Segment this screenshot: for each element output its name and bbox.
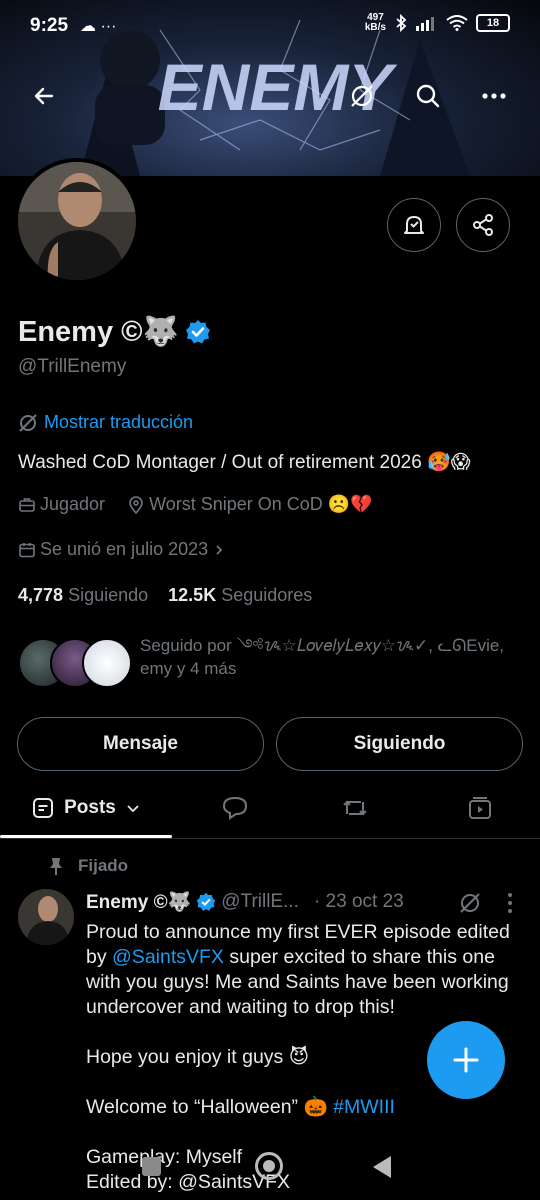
following-stat[interactable]: 4,778 Siguiendo bbox=[18, 585, 148, 605]
post-author[interactable]: Enemy ©🐺 bbox=[86, 890, 191, 914]
profile-category: Jugador bbox=[40, 494, 106, 514]
post-paragraph: Welcome to “Halloween” 🎃 #MWIII bbox=[86, 1095, 526, 1120]
followers-stat[interactable]: 12.5K Seguidores bbox=[168, 585, 312, 605]
tab-posts[interactable]: Posts bbox=[0, 780, 172, 836]
system-navigation-bar bbox=[0, 1150, 540, 1184]
search-icon bbox=[416, 84, 440, 108]
tab-posts-label: Posts bbox=[64, 797, 116, 818]
profile-avatar[interactable] bbox=[14, 158, 140, 284]
translate-icon bbox=[19, 413, 37, 432]
profile-bio: Washed CoD Montager / Out of retirement … bbox=[18, 452, 471, 473]
tab-reposts[interactable] bbox=[300, 780, 410, 836]
reply-icon bbox=[222, 796, 248, 820]
notify-button[interactable] bbox=[387, 198, 441, 252]
post-translate-button[interactable] bbox=[458, 891, 482, 920]
profile-name-text: Enemy ©🐺 bbox=[18, 316, 179, 348]
profile-handle: @TrillEnemy bbox=[18, 356, 127, 377]
battery-indicator: 18 bbox=[476, 14, 510, 32]
followers-count: 12.5K bbox=[168, 585, 217, 605]
pin-icon bbox=[50, 858, 62, 875]
followers-label: Seguidores bbox=[221, 585, 313, 605]
signal-icon bbox=[416, 17, 434, 31]
recents-button[interactable] bbox=[142, 1157, 161, 1176]
translate-button[interactable] bbox=[342, 76, 382, 116]
pinned-label: Fijado bbox=[78, 856, 129, 875]
post-text-part: Welcome to “Halloween” 🎃 bbox=[86, 1096, 334, 1118]
verified-badge-icon bbox=[185, 320, 210, 344]
status-bar: 9:25 ☁ ··· 497 kB/s 18 bbox=[0, 0, 540, 52]
profile-stats: 4,778 Siguiendo 12.5K Seguidores bbox=[18, 585, 312, 606]
following-count: 4,778 bbox=[18, 585, 64, 605]
translate-icon bbox=[351, 85, 373, 107]
net-speed-unit: kB/s bbox=[364, 22, 386, 33]
active-tab-indicator bbox=[0, 835, 172, 838]
mention-link[interactable]: @SaintsVFX bbox=[112, 946, 224, 968]
location-pin-icon bbox=[129, 495, 143, 514]
post-date: · 23 oct 23 bbox=[313, 891, 404, 912]
hashtag-link[interactable]: #MWIII bbox=[333, 1096, 395, 1118]
share-icon bbox=[473, 214, 493, 236]
plus-icon bbox=[453, 1047, 479, 1073]
post-paragraph: Proud to announce my first EVER episode … bbox=[86, 920, 526, 1020]
back-button[interactable] bbox=[24, 76, 64, 116]
status-right-group: 497 kB/s 18 bbox=[365, 13, 510, 33]
translate-icon bbox=[460, 893, 480, 913]
notification-icons: ☁ ··· bbox=[80, 18, 117, 35]
post-more-button[interactable] bbox=[506, 892, 514, 919]
profile-joined-row[interactable]: Se unió en julio 2023 bbox=[18, 539, 226, 560]
post-handle: @TrillE... bbox=[221, 891, 299, 912]
more-vertical-icon bbox=[508, 893, 512, 913]
profile-joined: Se unió en julio 2023 bbox=[40, 539, 209, 559]
arrow-left-icon bbox=[34, 87, 54, 105]
following-label: Siguiendo bbox=[68, 585, 149, 605]
calendar-icon bbox=[19, 542, 35, 557]
back-nav-icon[interactable] bbox=[371, 1154, 393, 1180]
chevron-right-icon bbox=[216, 544, 223, 555]
profile-meta-row: Jugador Worst Sniper On CoD ☹️💔 bbox=[18, 494, 373, 515]
tab-media[interactable] bbox=[425, 780, 535, 836]
translate-label: Mostrar traducción bbox=[44, 412, 194, 432]
wifi-icon bbox=[446, 15, 468, 31]
home-button[interactable] bbox=[255, 1152, 283, 1180]
net-speed: 497 kB/s bbox=[365, 13, 386, 33]
repost-icon bbox=[343, 800, 367, 816]
post-avatar[interactable] bbox=[18, 889, 74, 945]
bluetooth-icon bbox=[396, 14, 407, 32]
share-button[interactable] bbox=[456, 198, 510, 252]
followed-by-text[interactable]: Seguido por ༺ᝰ☆𝐿𝑜𝑣𝑒𝑙𝑦𝐿𝑒𝑥𝑦☆ᝰ✓, ᓚᘏEvie, em… bbox=[140, 634, 510, 680]
status-time: 9:25 bbox=[30, 15, 69, 36]
compose-button[interactable] bbox=[427, 1021, 505, 1099]
briefcase-icon bbox=[19, 497, 35, 512]
more-button[interactable] bbox=[474, 76, 514, 116]
media-icon bbox=[469, 797, 491, 819]
chevron-down-icon bbox=[127, 805, 139, 813]
post-header: Enemy ©🐺 @TrillE... · 23 oct 23 bbox=[86, 890, 404, 914]
search-button[interactable] bbox=[408, 76, 448, 116]
profile-location: Worst Sniper On CoD ☹️💔 bbox=[149, 494, 373, 514]
tab-replies[interactable] bbox=[180, 780, 290, 836]
profile-name: Enemy ©🐺 bbox=[18, 315, 211, 349]
bell-check-icon bbox=[404, 216, 424, 234]
profile-tabs: Posts bbox=[0, 780, 540, 839]
message-button[interactable]: Mensaje bbox=[17, 717, 264, 771]
follower-avatar[interactable] bbox=[82, 638, 132, 688]
verified-badge-icon bbox=[197, 892, 216, 911]
show-translation-link[interactable]: Mostrar traducción bbox=[18, 412, 193, 433]
following-button[interactable]: Siguiendo bbox=[276, 717, 523, 771]
posts-icon bbox=[33, 798, 54, 818]
home-dot bbox=[263, 1160, 275, 1172]
pinned-label-row: Fijado bbox=[48, 856, 128, 876]
more-icon bbox=[482, 93, 506, 99]
